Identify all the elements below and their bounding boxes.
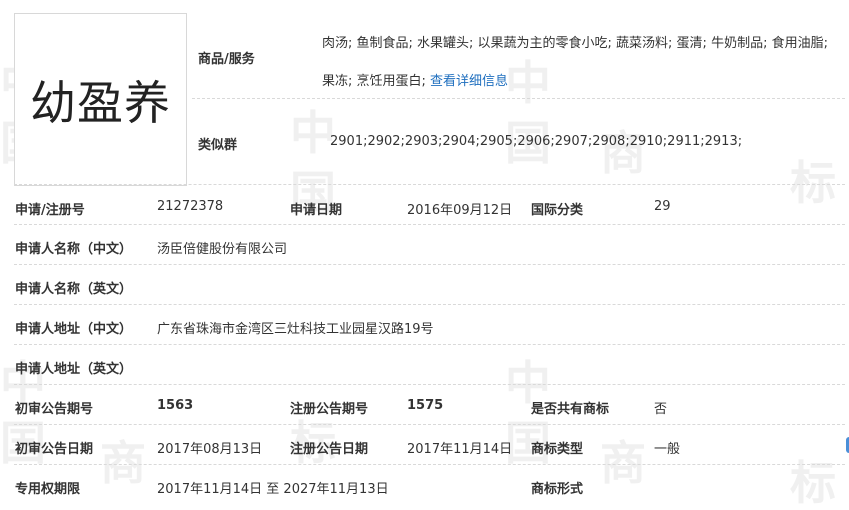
prelim-date-label: 初审公告日期 <box>15 442 94 457</box>
exclusive-value: 2017年11月14日 至 2027年11月13日 <box>157 482 389 497</box>
divider <box>14 384 845 385</box>
divider <box>14 224 845 225</box>
address-en-label: 申请人地址（英文） <box>15 362 133 377</box>
trademark-image: 幼盈养 <box>14 13 187 186</box>
divider <box>14 424 845 425</box>
reg-issue-value: 1575 <box>407 398 444 413</box>
watermark: 标 <box>790 156 836 210</box>
similar-group-value: 2901;2902;2903;2904;2905;2906;2907;2908;… <box>330 134 743 149</box>
tm-type-label: 商标类型 <box>531 442 584 457</box>
prelim-date-value: 2017年08月13日 <box>157 442 263 457</box>
divider <box>14 304 845 305</box>
tm-form-label: 商标形式 <box>531 482 584 497</box>
reg-date-label: 注册公告日期 <box>290 442 369 457</box>
exclusive-label: 专用权期限 <box>15 482 81 497</box>
watermark: 中 <box>290 106 336 160</box>
app-date-label: 申请日期 <box>290 203 343 218</box>
intl-class-label: 国际分类 <box>531 203 584 218</box>
reg-date-value: 2017年11月14日 <box>407 442 513 457</box>
view-details-link[interactable]: 查看详细信息 <box>430 74 508 89</box>
prelim-issue-value: 1563 <box>157 398 194 413</box>
divider <box>14 184 845 185</box>
goods-label: 商品/服务 <box>198 52 255 67</box>
trademark-text: 幼盈养 <box>30 75 171 130</box>
reg-no-label: 申请/注册号 <box>15 203 85 218</box>
reg-issue-label: 注册公告期号 <box>290 402 369 417</box>
applicant-cn-value: 汤臣倍健股份有限公司 <box>157 242 288 257</box>
shared-value: 否 <box>654 402 668 417</box>
applicant-cn-label: 申请人名称（中文） <box>15 242 133 257</box>
reg-no-value: 21272378 <box>157 199 224 214</box>
divider <box>14 264 845 265</box>
goods-value: 肉汤; 鱼制食品; 水果罐头; 以果蔬为主的零食小吃; 蔬菜汤料; 蛋清; 牛奶… <box>322 25 842 101</box>
address-cn-value: 广东省珠海市金湾区三灶科技工业园星汉路19号 <box>157 322 434 337</box>
applicant-en-label: 申请人名称（英文） <box>15 282 133 297</box>
divider <box>14 464 845 465</box>
address-cn-label: 申请人地址（中文） <box>15 322 133 337</box>
prelim-issue-label: 初审公告期号 <box>15 402 94 417</box>
app-date-value: 2016年09月12日 <box>407 203 513 218</box>
watermark: 商 <box>100 436 146 490</box>
watermark: 商 <box>600 436 646 490</box>
goods-text: 肉汤; 鱼制食品; 水果罐头; 以果蔬为主的零食小吃; 蔬菜汤料; 蛋清; 牛奶… <box>322 36 828 89</box>
shared-label: 是否共有商标 <box>531 402 610 417</box>
divider <box>14 344 845 345</box>
watermark: 标 <box>790 456 836 510</box>
divider <box>192 98 845 99</box>
tm-type-value: 一般 <box>654 442 681 457</box>
similar-group-label: 类似群 <box>198 138 238 153</box>
intl-class-value: 29 <box>654 199 671 214</box>
